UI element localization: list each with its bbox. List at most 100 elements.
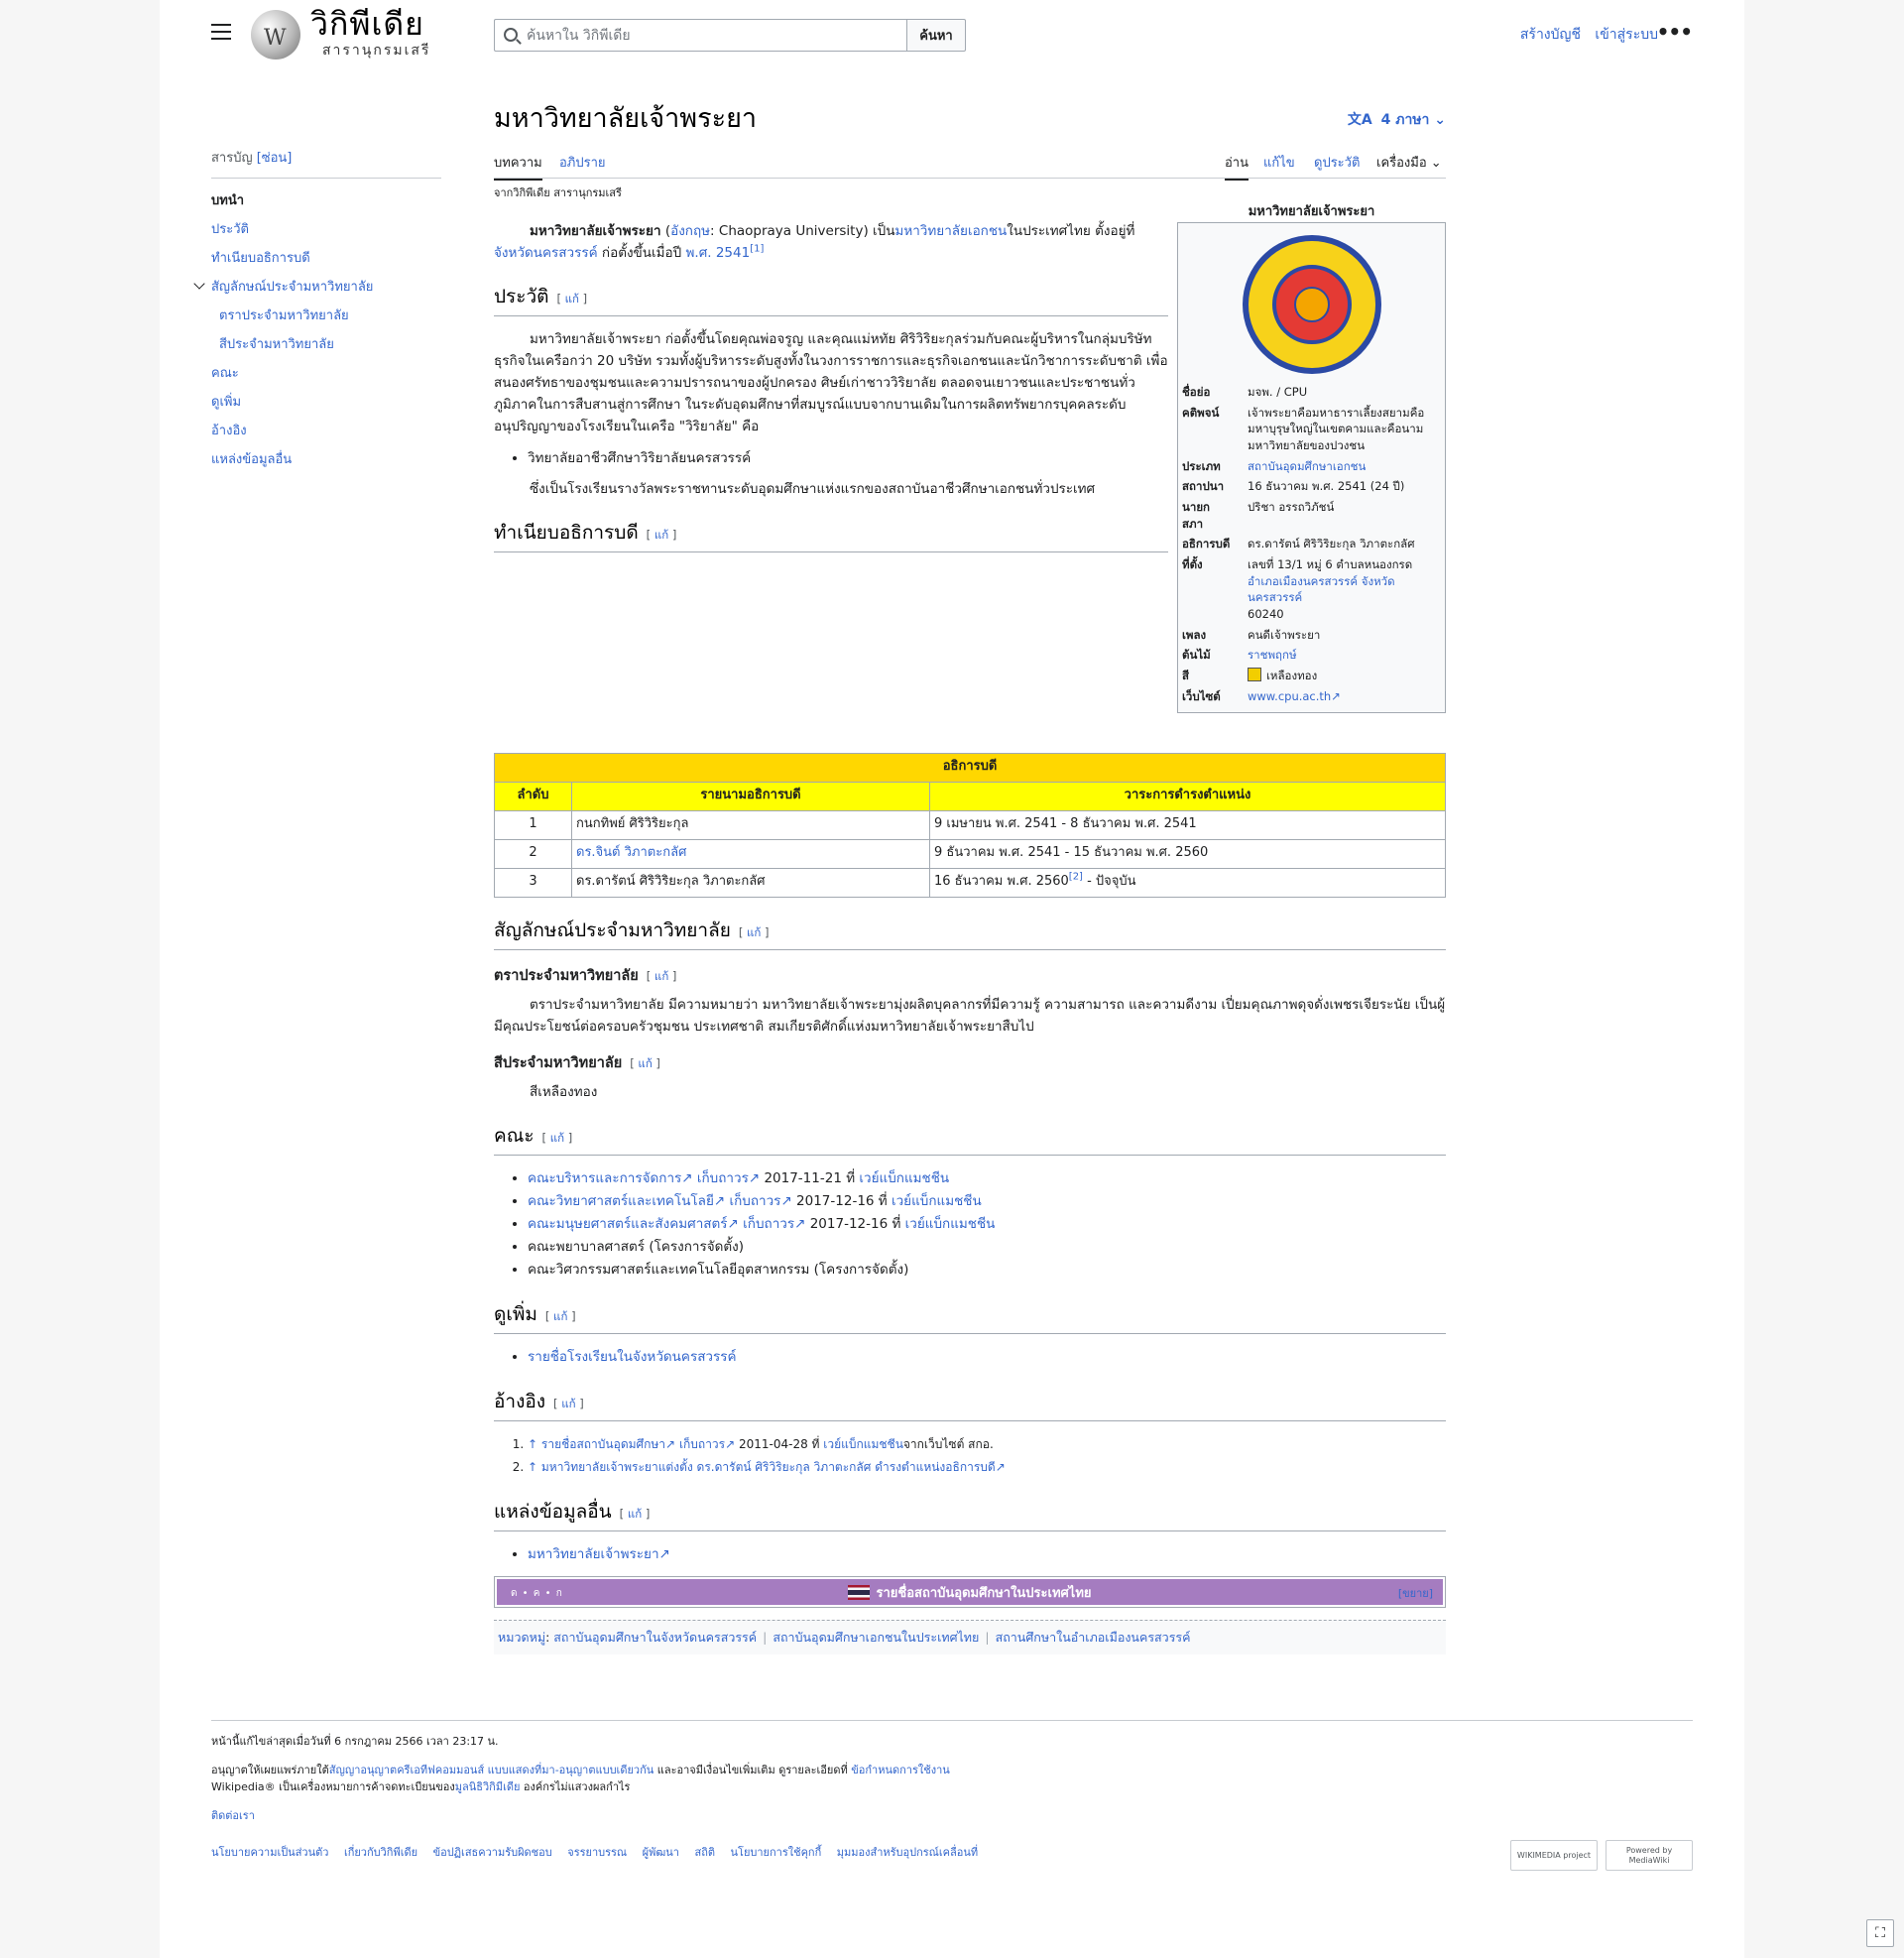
external-site-link[interactable]: มหาวิทยาลัยเจ้าพระยา	[528, 1546, 659, 1562]
page: วิกิพีเดีย สารานุกรมเสรี ค้นหา สร้างบัญช…	[160, 0, 1744, 1958]
infobox-label-link[interactable]: นายกสภา	[1182, 499, 1226, 532]
tab-edit[interactable]: แก้ไข	[1263, 154, 1295, 175]
footer-link-privacy[interactable]: นโยบายความเป็นส่วนตัว	[211, 1846, 328, 1859]
archive-link[interactable]: เก็บถาวร	[729, 1193, 780, 1209]
toc-item-history[interactable]: ประวัติ	[211, 215, 441, 244]
tab-tools[interactable]: เครื่องมือ ⌄	[1376, 154, 1442, 175]
fullscreen-toggle-icon[interactable]: ⛶	[1866, 1919, 1894, 1947]
section-heading-symbols: สัญลักษณ์ประจำมหาวิทยาลัย [ แก้ ]	[494, 916, 1446, 950]
infobox-caption: มหาวิทยาลัยเจ้าพระยา	[1248, 204, 1375, 219]
nakhon-sawan-link[interactable]: จังหวัดนครสวรรค์	[494, 245, 598, 261]
external-link-icon: ↗	[713, 1192, 726, 1209]
footer-link-developers[interactable]: ผู้พัฒนา	[643, 1846, 679, 1859]
wayback-link[interactable]: เวย์แบ็กแมชชีน	[905, 1216, 996, 1232]
toc-item-intro[interactable]: บทนำ	[211, 186, 441, 215]
wayback-link[interactable]: เวย์แบ็กแมชชีน	[859, 1170, 949, 1186]
wikimedia-badge[interactable]: WIKIMEDIA project	[1510, 1840, 1598, 1871]
archive-link[interactable]: เก็บถาวร	[679, 1437, 725, 1451]
tab-article[interactable]: บทความ	[494, 154, 542, 181]
private-university-link[interactable]: มหาวิทยาลัยเอกชน	[894, 223, 1007, 239]
infobox-link[interactable]: อำเภอเมืองนครสวรรค์ จังหวัดนครสวรรค์	[1248, 573, 1441, 606]
category-link[interactable]: สถานศึกษาในอำเภอเมืองนครสวรรค์	[996, 1630, 1191, 1645]
infobox-row: สถาปนา 16 ธันวาคม พ.ศ. 2541 (24 ปี)	[1182, 478, 1441, 495]
category-link[interactable]: สถาบันอุดมศึกษาในจังหวัดนครสวรรค์	[553, 1630, 757, 1645]
toc-hide-link[interactable]: [ซ่อน]	[257, 151, 293, 166]
edit-section-link[interactable]: [ แก้ ]	[545, 1309, 576, 1323]
toc-item-color[interactable]: สีประจำมหาวิทยาลัย	[211, 330, 441, 359]
footer-link-mobile[interactable]: มุมมองสำหรับอุปกรณ์เคลื่อนที่	[837, 1846, 978, 1859]
archive-link[interactable]: เก็บถาวร	[743, 1216, 794, 1232]
reference-link[interactable]: [2]	[1069, 872, 1083, 883]
create-account-link[interactable]: สร้างบัญชี	[1520, 27, 1581, 43]
reference-source-link[interactable]: มหาวิทยาลัยเจ้าพระยาแต่งตั้ง ดร.ดารัตน์ …	[541, 1460, 996, 1474]
wayback-link[interactable]: เวย์แบ็กแมชชีน	[892, 1193, 982, 1209]
edit-section-link[interactable]: [ แก้ ]	[553, 1397, 584, 1410]
toc-item-symbols[interactable]: สัญลักษณ์ประจำมหาวิทยาลัย	[193, 273, 441, 302]
toc-item-emblem[interactable]: ตราประจำมหาวิทยาลัย	[211, 302, 441, 330]
chevron-down-icon[interactable]	[193, 278, 205, 290]
faculty-link[interactable]: คณะวิทยาศาสตร์และเทคโนโลยี	[528, 1193, 714, 1209]
wayback-link[interactable]: เวย์แบ็กแมชชีน	[823, 1437, 903, 1451]
list-item: คณะวิศวกรรมศาสตร์และเทคโนโลยีอุตสาหกรรม …	[528, 1259, 1446, 1282]
seealso-link[interactable]: รายชื่อโรงเรียนในจังหวัดนครสวรรค์	[528, 1349, 737, 1365]
edit-section-link[interactable]: [ แก้ ]	[647, 969, 677, 983]
main-menu-icon[interactable]	[211, 24, 231, 42]
footer-link-about[interactable]: เกี่ยวกับวิกิพีเดีย	[344, 1846, 417, 1859]
terms-link[interactable]: ข้อกำหนดการใช้งาน	[851, 1764, 950, 1776]
edit-section-link[interactable]: [ แก้ ]	[542, 1131, 573, 1145]
table-caption: อธิการบดี	[494, 752, 1446, 783]
footer-link-conduct[interactable]: จรรยาบรรณ	[567, 1846, 627, 1859]
toc-item-seealso[interactable]: ดูเพิ่ม	[211, 388, 441, 417]
infobox-label-link[interactable]: อธิการบดี	[1182, 536, 1248, 552]
edit-section-link[interactable]: [ แก้ ]	[620, 1507, 651, 1521]
toc-item-refs[interactable]: อ้างอิง	[211, 417, 441, 445]
external-link-icon: ↗	[995, 1459, 1006, 1474]
faculty-link[interactable]: คณะมนุษยศาสตร์และสังคมศาสตร์	[528, 1216, 728, 1232]
infobox-label-link[interactable]: สี	[1182, 668, 1248, 684]
navbox-title-text[interactable]: รายชื่อสถาบันอุดมศึกษาในประเทศไทย	[876, 1586, 1091, 1601]
external-list: มหาวิทยาลัยเจ้าพระยา↗	[494, 1543, 1446, 1566]
footer-link-cookies[interactable]: นโยบายการใช้คุกกี้	[731, 1846, 822, 1859]
navbox-toggle[interactable]: [ขยาย]	[1398, 1583, 1433, 1605]
edit-section-link[interactable]: [ แก้ ]	[739, 925, 770, 939]
wikipedia-logo-icon[interactable]	[251, 10, 300, 60]
website-link[interactable]: www.cpu.ac.th	[1248, 689, 1331, 703]
university-seal-image[interactable]	[1242, 235, 1381, 374]
edit-section-link[interactable]: [ แก้ ]	[556, 292, 587, 306]
reference-source-link[interactable]: รายชื่อสถาบันอุดมศึกษา	[541, 1437, 665, 1451]
categories-label-link[interactable]: หมวดหมู่	[498, 1630, 545, 1645]
footer-link-stats[interactable]: สถิติ	[694, 1846, 715, 1859]
english-link[interactable]: อังกฤษ	[670, 223, 710, 239]
license-link[interactable]: สัญญาอนุญาตครีเอทีฟคอมมอนส์ แบบแสดงที่มา…	[329, 1764, 654, 1776]
toc-item-faculties[interactable]: คณะ	[211, 359, 441, 388]
login-link[interactable]: เข้าสู่ระบบ	[1595, 27, 1658, 43]
edit-section-link[interactable]: [ แก้ ]	[647, 528, 677, 542]
foundation-link[interactable]: มูลนิธิวิกิมีเดีย	[455, 1780, 521, 1793]
category-link[interactable]: สถาบันอุดมศึกษาเอกชนในประเทศไทย	[773, 1630, 979, 1645]
search-button[interactable]: ค้นหา	[906, 19, 966, 52]
more-options-icon[interactable]: •••	[1657, 22, 1693, 42]
faculty-link[interactable]: คณะบริหารและการจัดการ	[528, 1170, 681, 1186]
tab-history[interactable]: ดูประวัติ	[1314, 154, 1360, 175]
mediawiki-badge[interactable]: Powered by MediaWiki	[1606, 1840, 1693, 1871]
language-button[interactable]: 文A 4 ภาษา ⌄	[1348, 109, 1446, 131]
backlink-arrow-icon[interactable]: ↑	[528, 1437, 537, 1451]
tab-talk[interactable]: อภิปราย	[559, 154, 606, 175]
section-title: แหล่งข้อมูลอื่น	[494, 1500, 612, 1523]
footer-link-disclaimer[interactable]: ข้อปฏิเสธความรับผิดชอบ	[433, 1846, 552, 1859]
toc-item-external[interactable]: แหล่งข้อมูลอื่น	[211, 445, 441, 474]
infobox-link[interactable]: ราชพฤกษ์	[1248, 647, 1441, 664]
tab-read[interactable]: อ่าน	[1225, 154, 1249, 181]
edit-section-link[interactable]: [ แก้ ]	[630, 1056, 660, 1070]
infobox-link[interactable]: สถาบันอุดมศึกษาเอกชน	[1248, 458, 1441, 475]
year-link[interactable]: พ.ศ. 2541	[686, 245, 751, 261]
site-title[interactable]: วิกิพีเดีย	[310, 4, 424, 44]
backlink-arrow-icon[interactable]: ↑	[528, 1460, 537, 1474]
list-item: คณะบริหารและการจัดการ↗ เก็บถาวร↗ 2017-11…	[528, 1167, 1446, 1190]
toc-item-deans[interactable]: ทำเนียบอธิการบดี	[211, 244, 441, 273]
archive-link[interactable]: เก็บถาวร	[697, 1170, 749, 1186]
contact-link[interactable]: ติดต่อเรา	[211, 1809, 255, 1822]
search-input[interactable]	[494, 19, 906, 52]
reference-link[interactable]: [1]	[750, 243, 764, 254]
dean-link[interactable]: ดร.จินต์ วิภาตะกลัศ	[576, 845, 686, 860]
